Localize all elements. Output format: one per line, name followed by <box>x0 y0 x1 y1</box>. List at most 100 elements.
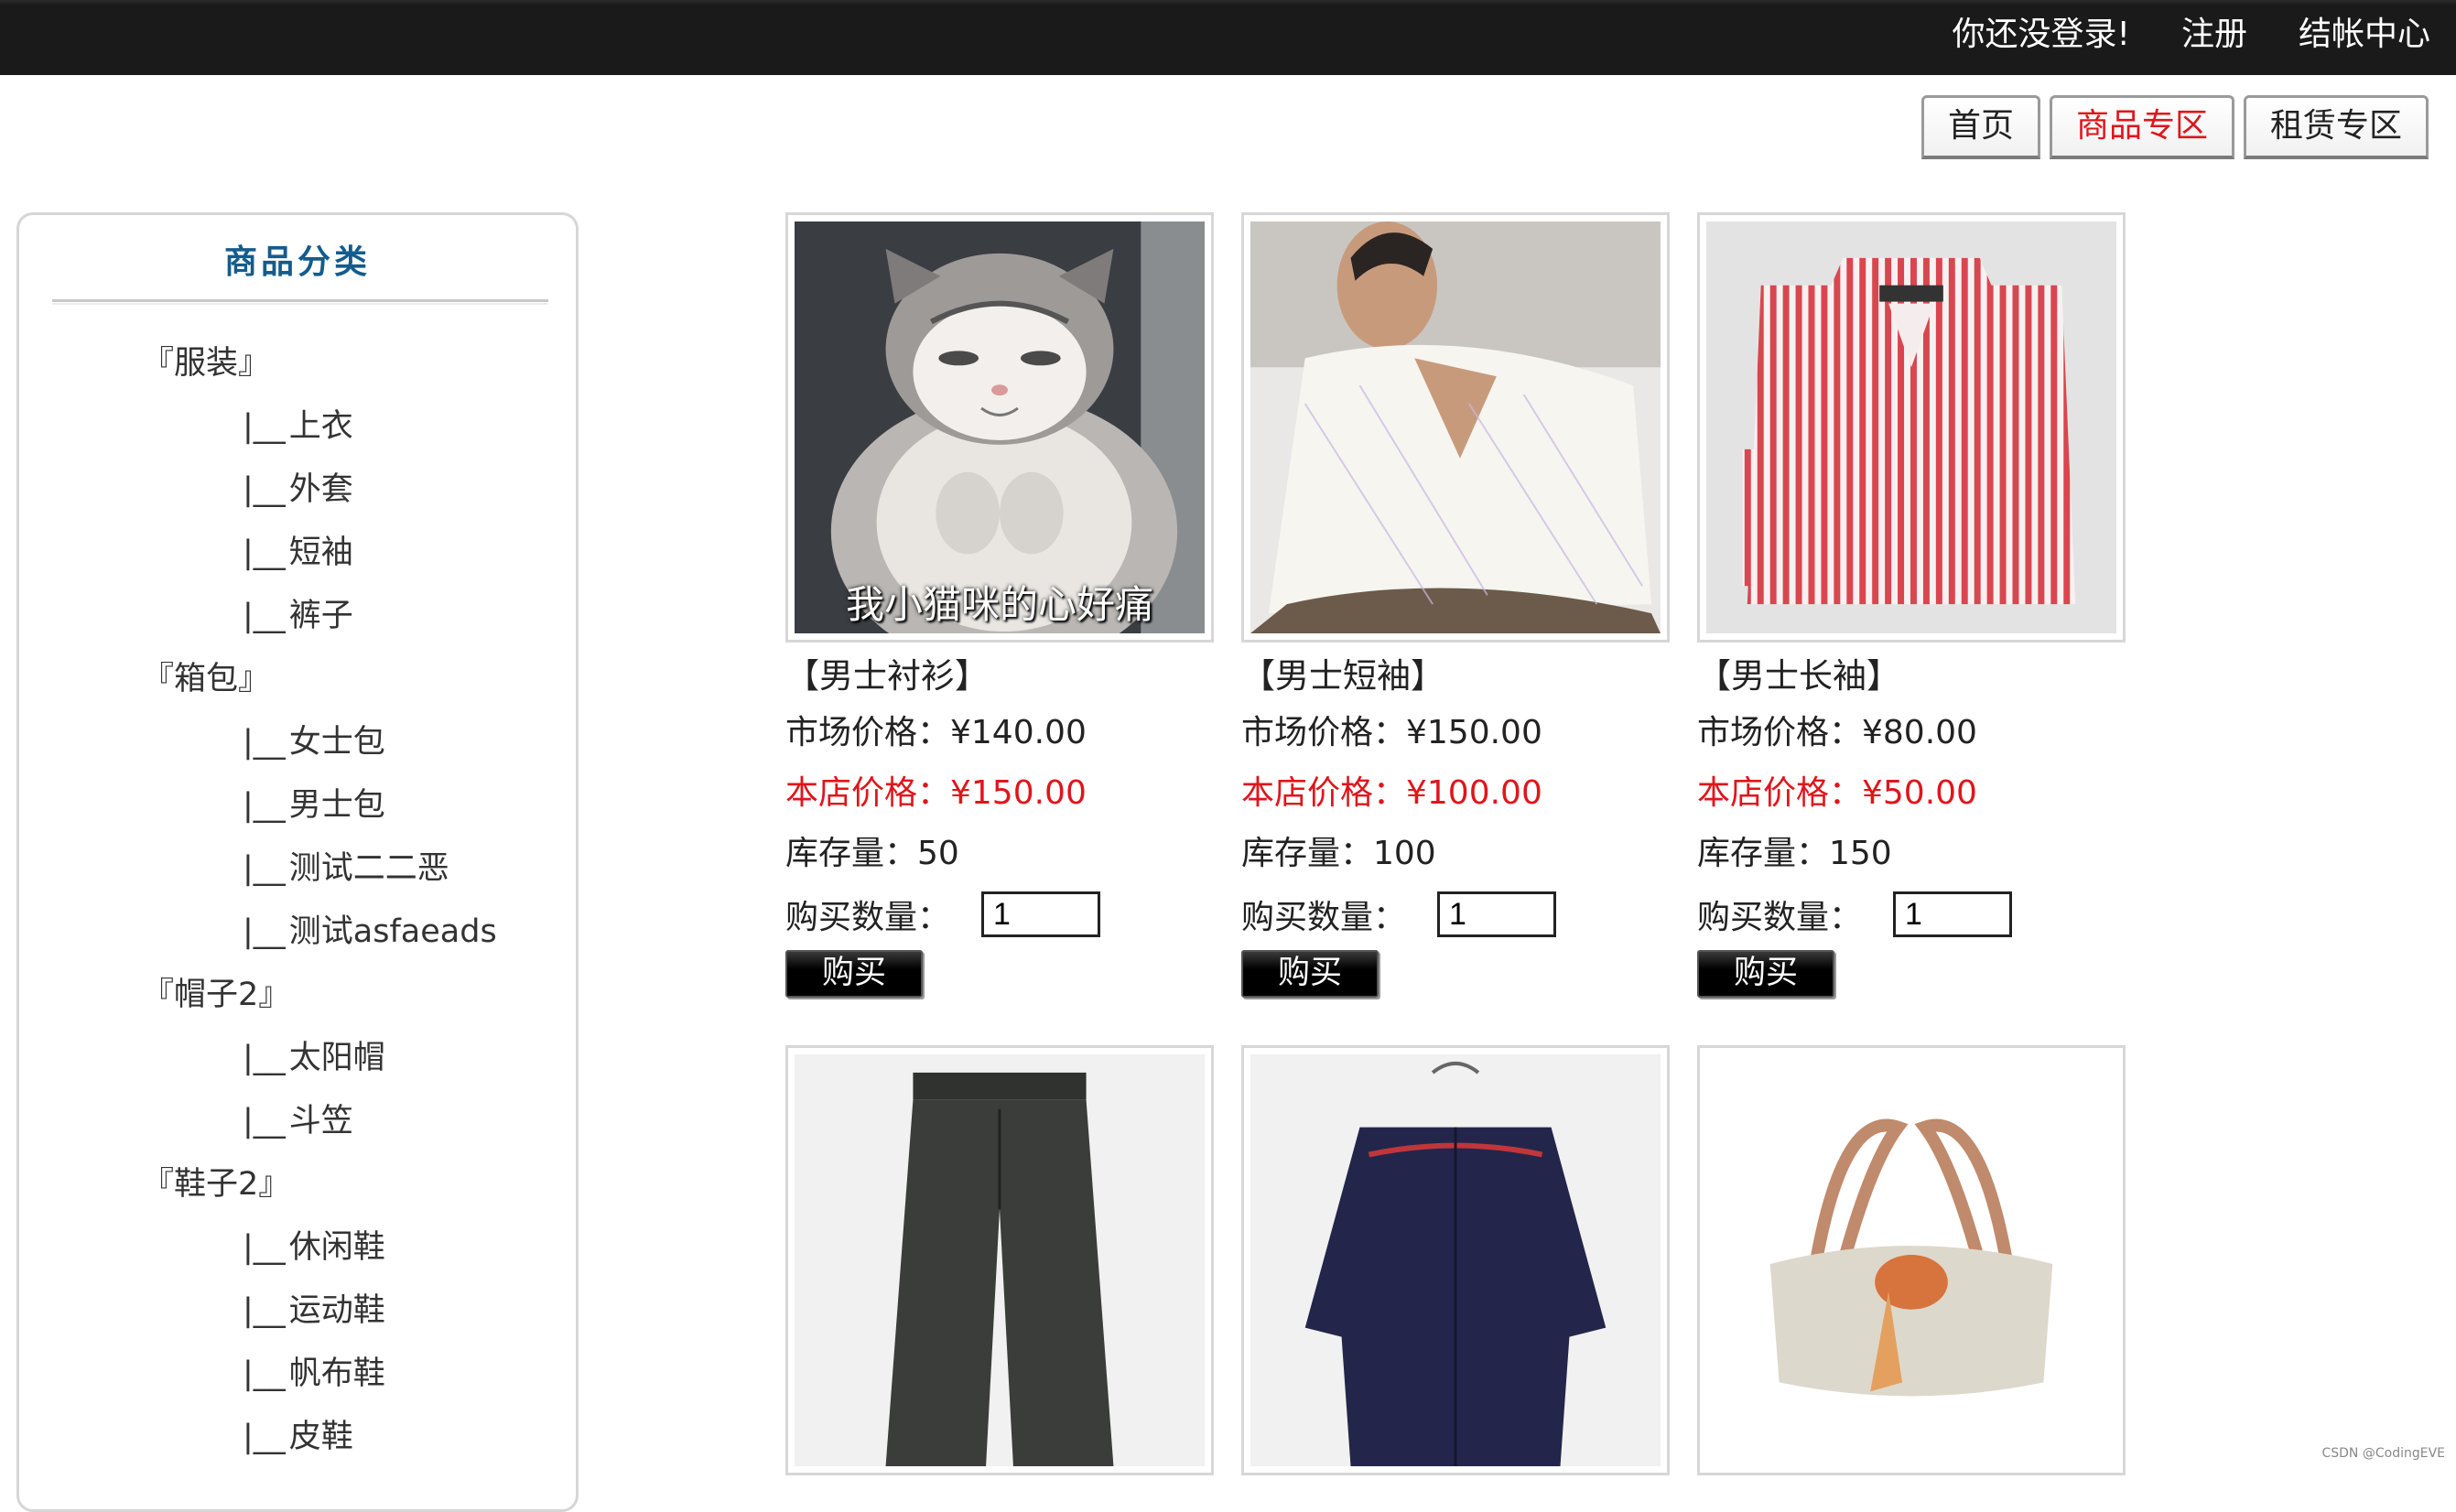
navy-long-sleeve-shirt-image <box>1250 1054 1661 1466</box>
cat-meme-image: 我小猫咪的心好痛 <box>795 221 1205 633</box>
subcategory-item[interactable]: |__男士包 <box>19 774 576 837</box>
beige-handbag-image <box>1706 1054 2116 1466</box>
subcategory-item[interactable]: |__测试二二恶 <box>19 837 576 901</box>
subcategory-item[interactable]: |__短袖 <box>19 522 576 585</box>
subcategory-item[interactable]: |__女士包 <box>19 711 576 774</box>
tree-branch-glyph: |__ <box>243 850 286 887</box>
subcategory-item[interactable]: |__斗笠 <box>19 1090 576 1153</box>
subcategory-label: 测试asfaeads <box>289 913 497 950</box>
tab-products[interactable]: 商品专区 <box>2050 95 2234 159</box>
product-card <box>1241 1045 1670 1475</box>
tree-branch-glyph: |__ <box>243 1040 286 1076</box>
product-image-frame[interactable] <box>1241 1045 1670 1475</box>
top-links: 你还没登录! 注册 结帐中心 <box>1953 11 2430 59</box>
store-price: 本店价格：¥50.00 <box>1697 763 2126 824</box>
checkout-link[interactable]: 结帐中心 <box>2299 11 2430 59</box>
login-status-link[interactable]: 你还没登录! <box>1953 11 2130 59</box>
tree-branch-glyph: |__ <box>243 913 286 950</box>
stock-level: 库存量：50 <box>785 824 1214 884</box>
store-price: 本店价格：¥150.00 <box>785 763 1214 824</box>
quantity-label: 购买数量： <box>785 891 950 938</box>
subcategory-label: 帆布鞋 <box>289 1355 385 1392</box>
tree-branch-glyph: |__ <box>243 1229 286 1266</box>
product-name[interactable]: 【男士衬衫】 <box>785 650 1214 703</box>
image-caption: 我小猫咪的心好痛 <box>795 574 1205 630</box>
subcategory-item[interactable]: |__测试asfaeads <box>19 901 576 964</box>
white-short-sleeve-shirt-image <box>1250 221 1661 633</box>
subcategory-label: 男士包 <box>289 787 385 824</box>
top-bar: 你还没登录! 注册 结帐中心 <box>0 0 2456 75</box>
tree-branch-glyph: |__ <box>243 535 286 571</box>
sidebar-title: 商品分类 <box>19 235 576 283</box>
subcategory-item[interactable]: |__裤子 <box>19 585 576 648</box>
sidebar-divider <box>52 299 548 305</box>
subcategory-label: 皮鞋 <box>289 1419 353 1455</box>
product-card: 【男士长袖】 市场价格：¥80.00 本店价格：¥50.00 库存量：150 购… <box>1697 212 2126 998</box>
tree-branch-glyph: |__ <box>243 1419 286 1455</box>
subcategory-label: 裤子 <box>289 598 353 634</box>
tree-branch-glyph: |__ <box>243 471 286 508</box>
subcategory-label: 运动鞋 <box>289 1292 385 1329</box>
register-link[interactable]: 注册 <box>2181 11 2247 59</box>
stock-level: 库存量：100 <box>1241 824 1670 884</box>
tree-branch-glyph: |__ <box>243 598 286 634</box>
stock-level: 库存量：150 <box>1697 824 2126 884</box>
subcategory-item[interactable]: |__外套 <box>19 459 576 522</box>
store-price: 本店价格：¥100.00 <box>1241 763 1670 824</box>
product-image-frame[interactable] <box>1697 1045 2126 1475</box>
category-clothing[interactable]: 『服装』 <box>19 332 576 395</box>
buy-button[interactable]: 购买 <box>1241 950 1379 998</box>
tree-branch-glyph: |__ <box>243 1292 286 1329</box>
quantity-input[interactable] <box>1893 891 2012 937</box>
red-striped-shirt-image <box>1706 221 2116 633</box>
quantity-label: 购买数量： <box>1697 891 1862 938</box>
subcategory-item[interactable]: |__帆布鞋 <box>19 1343 576 1406</box>
product-card <box>1697 1045 2126 1475</box>
product-image-frame[interactable] <box>1697 212 2126 643</box>
buy-button[interactable]: 购买 <box>785 950 923 998</box>
tab-home[interactable]: 首页 <box>1921 95 2040 159</box>
quantity-row: 购买数量： <box>1241 884 1670 945</box>
product-card: 【男士短袖】 市场价格：¥150.00 本店价格：¥100.00 库存量：100… <box>1241 212 1670 998</box>
subcategory-label: 测试二二恶 <box>289 850 449 887</box>
category-list: 『服装』 |__上衣 |__外套 |__短袖 |__裤子 『箱包』 |__女士包… <box>19 332 576 1469</box>
subcategory-item[interactable]: |__皮鞋 <box>19 1406 576 1469</box>
tree-branch-glyph: |__ <box>243 408 286 445</box>
subcategory-label: 太阳帽 <box>289 1040 385 1076</box>
quantity-input[interactable] <box>981 891 1100 937</box>
subcategory-item[interactable]: |__太阳帽 <box>19 1027 576 1090</box>
buy-button[interactable]: 购买 <box>1697 950 1834 998</box>
category-hats[interactable]: 『帽子2』 <box>19 964 576 1027</box>
product-image-frame[interactable] <box>1241 212 1670 643</box>
subcategory-label: 斗笠 <box>289 1103 353 1139</box>
tree-branch-glyph: |__ <box>243 1103 286 1139</box>
watermark: CSDN @CodingEVE <box>2321 1446 2445 1461</box>
product-card: 我小猫咪的心好痛 【男士衬衫】 市场价格：¥140.00 本店价格：¥150.0… <box>785 212 1214 998</box>
subcategory-label: 休闲鞋 <box>289 1229 385 1266</box>
product-name[interactable]: 【男士短袖】 <box>1241 650 1670 703</box>
product-name[interactable]: 【男士长袖】 <box>1697 650 2126 703</box>
tab-rental[interactable]: 租赁专区 <box>2244 95 2429 159</box>
subcategory-item[interactable]: |__上衣 <box>19 395 576 459</box>
market-price: 市场价格：¥140.00 <box>785 703 1214 763</box>
product-grid: 我小猫咪的心好痛 【男士衬衫】 市场价格：¥140.00 本店价格：¥150.0… <box>785 212 2168 1475</box>
subcategory-label: 上衣 <box>289 408 353 445</box>
quantity-label: 购买数量： <box>1241 891 1406 938</box>
category-shoes[interactable]: 『鞋子2』 <box>19 1153 576 1216</box>
product-image-frame[interactable]: 我小猫咪的心好痛 <box>785 212 1214 643</box>
subcategory-label: 外套 <box>289 471 353 508</box>
subcategory-item[interactable]: |__运动鞋 <box>19 1280 576 1343</box>
tree-branch-glyph: |__ <box>243 724 286 761</box>
quantity-input[interactable] <box>1437 891 1556 937</box>
tree-branch-glyph: |__ <box>243 787 286 824</box>
subcategory-item[interactable]: |__休闲鞋 <box>19 1216 576 1280</box>
tree-branch-glyph: |__ <box>243 1355 286 1392</box>
product-image-frame[interactable] <box>785 1045 1214 1475</box>
subcategory-label: 短袖 <box>289 535 353 571</box>
market-price: 市场价格：¥150.00 <box>1241 703 1670 763</box>
quantity-row: 购买数量： <box>1697 884 2126 945</box>
quantity-row: 购买数量： <box>785 884 1214 945</box>
category-bags[interactable]: 『箱包』 <box>19 648 576 711</box>
dark-jeans-image <box>795 1054 1205 1466</box>
product-card <box>785 1045 1214 1475</box>
